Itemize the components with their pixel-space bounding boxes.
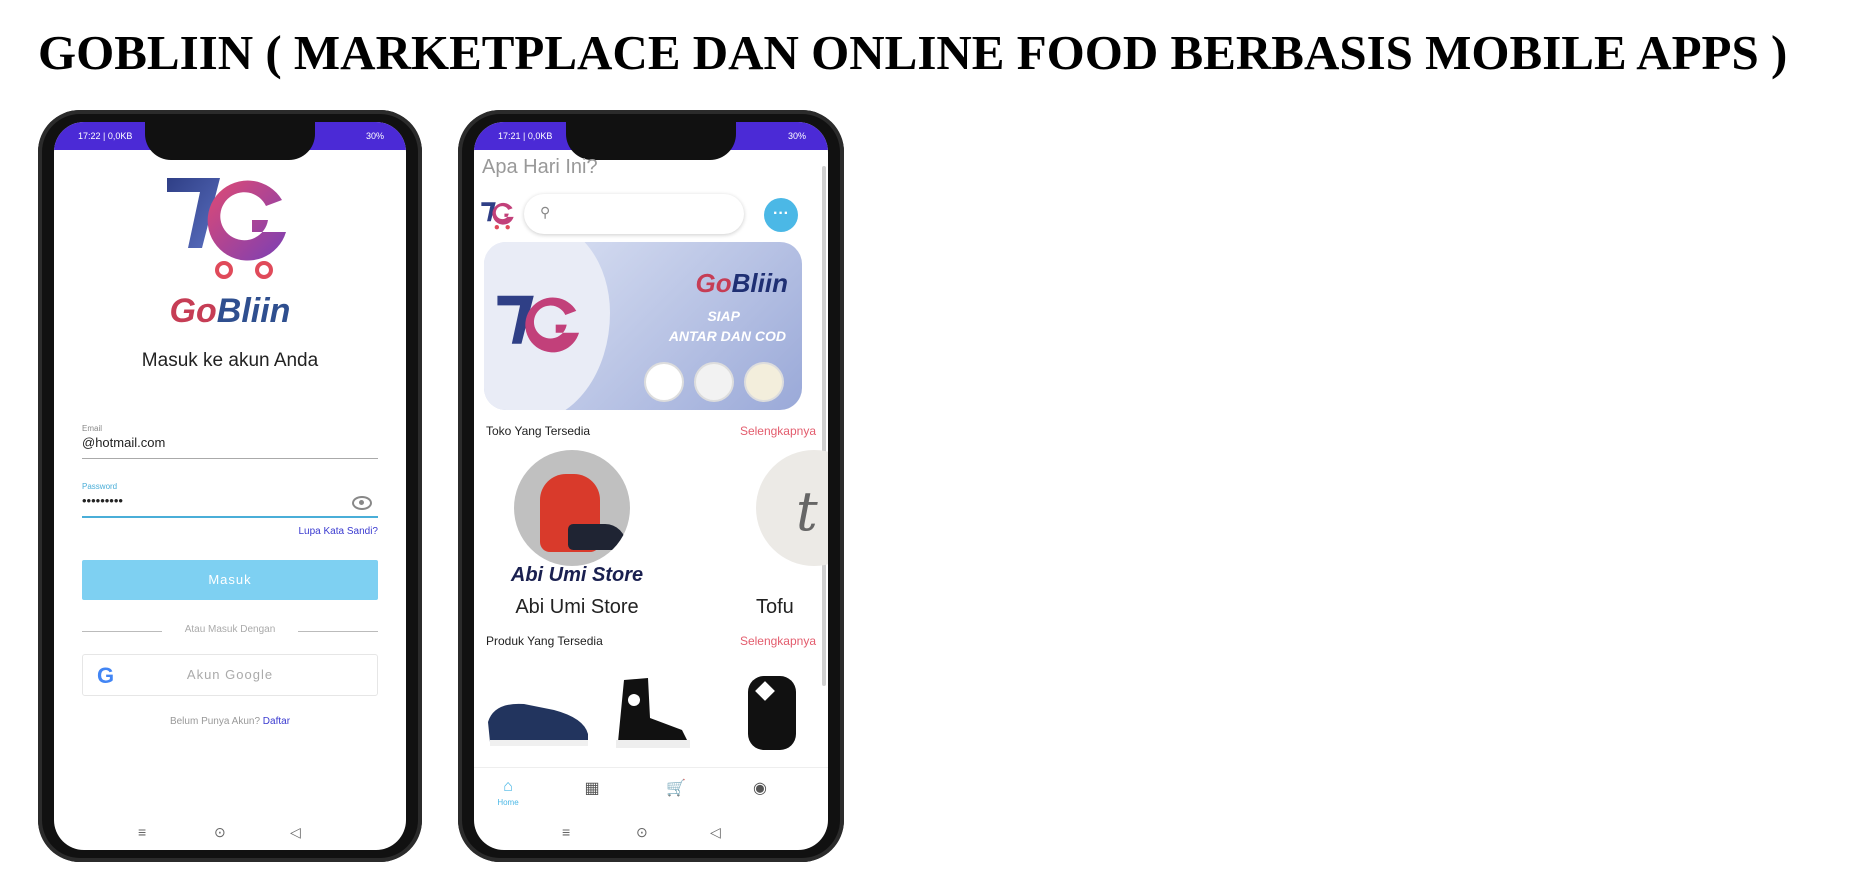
- menu-key-icon[interactable]: ≡: [138, 824, 146, 840]
- brand-bliin: Bliin: [216, 292, 291, 330]
- banner-line-1: SIAP: [707, 308, 740, 324]
- forgot-password-link[interactable]: Lupa Kata Sandi?: [298, 526, 378, 537]
- password-underline: [82, 516, 378, 518]
- menu-key-icon[interactable]: ≡: [562, 824, 570, 840]
- camera-notch: [145, 122, 315, 160]
- nav-dashboard[interactable]: ▦: [572, 778, 612, 798]
- login-screen: 17:22 | 0,0KB 30% GoBliin Masuk ke akun …: [54, 122, 406, 850]
- email-underline: [82, 458, 378, 459]
- products-header: Produk Yang Tersedia Selengkapnya: [486, 634, 816, 648]
- nav-home[interactable]: ⌂ Home: [488, 778, 528, 807]
- store-avatar: t: [756, 450, 828, 566]
- status-time: 17:21 | 0,0KB: [498, 131, 553, 141]
- system-nav-keys: ≡ ⊙ ◁: [474, 822, 828, 844]
- signup-row: Belum Punya Akun? Daftar: [54, 716, 406, 727]
- stores-title: Toko Yang Tersedia: [486, 424, 591, 438]
- nav-home-label: Home: [497, 798, 519, 807]
- system-nav-keys: ≡ ⊙ ◁: [54, 822, 406, 844]
- camera-notch: [566, 122, 736, 160]
- banner-sneaker-icon: [644, 362, 684, 402]
- account-icon: ◉: [753, 780, 767, 797]
- stores-header: Toko Yang Tersedia Selengkapnya: [486, 424, 816, 438]
- product-backpack[interactable]: [744, 670, 800, 754]
- email-label: Email: [82, 424, 103, 433]
- eye-icon[interactable]: [352, 496, 372, 510]
- status-battery: 30%: [787, 131, 806, 141]
- password-field[interactable]: Password •••••••••: [82, 482, 378, 518]
- chat-icon[interactable]: ···: [764, 198, 798, 232]
- stores-more-link[interactable]: Selengkapnya: [740, 424, 816, 438]
- promo-banner[interactable]: GoBliin SIAP ANTAR DAN COD: [484, 242, 802, 410]
- banner-brand: GoBliin: [696, 268, 788, 299]
- store-name: Abi Umi Store: [515, 596, 639, 618]
- products-title: Produk Yang Tersedia: [486, 634, 603, 648]
- phone-home: 17:21 | 0,0KB 30% Apa Hari Ini? ⚲ ··· Go…: [458, 110, 844, 862]
- back-key-icon[interactable]: ◁: [710, 824, 721, 841]
- store-logo-text: Abi Umi Store: [510, 564, 644, 586]
- products-more-link[interactable]: Selengkapnya: [740, 634, 816, 648]
- google-login-button[interactable]: G Akun Google: [82, 654, 378, 696]
- password-value: •••••••••: [82, 493, 123, 508]
- search-icon: ⚲: [540, 204, 551, 220]
- home-screen: 17:21 | 0,0KB 30% Apa Hari Ini? ⚲ ··· Go…: [474, 122, 828, 850]
- home-key-icon[interactable]: ⊙: [214, 824, 226, 841]
- status-time: 17:22 | 0,0KB: [78, 131, 133, 141]
- search-bar[interactable]: ⚲: [524, 194, 744, 234]
- home-key-icon[interactable]: ⊙: [636, 824, 648, 841]
- login-subtitle: Masuk ke akun Anda: [141, 350, 319, 371]
- product-sneaker-navy[interactable]: [484, 682, 594, 752]
- product-sneaker-highTop[interactable]: [604, 670, 704, 754]
- gobliin-logo-icon: [497, 295, 580, 353]
- banner-line-2: ANTAR DAN COD: [668, 328, 786, 344]
- signup-link[interactable]: Daftar: [263, 716, 290, 727]
- store-card[interactable]: Abi Umi Store Abi Umi Store: [502, 450, 643, 618]
- divider-or: Atau Masuk Dengan: [82, 624, 378, 638]
- signup-text: Belum Punya Akun?: [169, 716, 261, 727]
- dashboard-icon: ▦: [584, 780, 600, 797]
- back-key-icon[interactable]: ◁: [290, 824, 301, 841]
- bottom-navigation: ⌂ Home ▦ 🛒 ◉: [474, 767, 828, 820]
- banner-brand-bliin: Bliin: [731, 268, 788, 298]
- login-button[interactable]: Masuk: [82, 560, 378, 600]
- store-logo-text: t: [796, 480, 818, 543]
- gobliin-logo-icon: [167, 178, 286, 279]
- banner-food-icon: [744, 362, 784, 402]
- banner-bag-icon: [694, 362, 734, 402]
- store-avatar: [514, 450, 630, 566]
- nav-account[interactable]: ◉: [740, 778, 780, 798]
- home-icon: ⌂: [503, 778, 513, 795]
- store-name: Tofu: [756, 596, 794, 618]
- banner-brand-go: Go: [695, 268, 732, 298]
- brand-name: GoBliin: [54, 292, 406, 331]
- status-battery: 30%: [365, 131, 384, 141]
- google-button-label: Akun Google: [186, 667, 274, 682]
- sneaker-icon: [568, 524, 626, 550]
- password-label: Password: [82, 482, 118, 491]
- cart-icon: 🛒: [666, 780, 686, 797]
- nav-cart[interactable]: 🛒: [656, 778, 696, 798]
- brand-go: Go: [169, 292, 217, 330]
- page-title: GOBLIIN ( MARKETPLACE DAN ONLINE FOOD BE…: [38, 25, 1788, 80]
- phone-login: 17:22 | 0,0KB 30% GoBliin Masuk ke akun …: [38, 110, 422, 862]
- gobliin-logo-icon: [481, 202, 514, 230]
- store-card[interactable]: t Tofu: [736, 450, 828, 618]
- email-value: @hotmail.com: [82, 435, 166, 450]
- email-field[interactable]: Email @hotmail.com: [82, 424, 378, 459]
- greeting: Apa Hari Ini?: [482, 156, 598, 178]
